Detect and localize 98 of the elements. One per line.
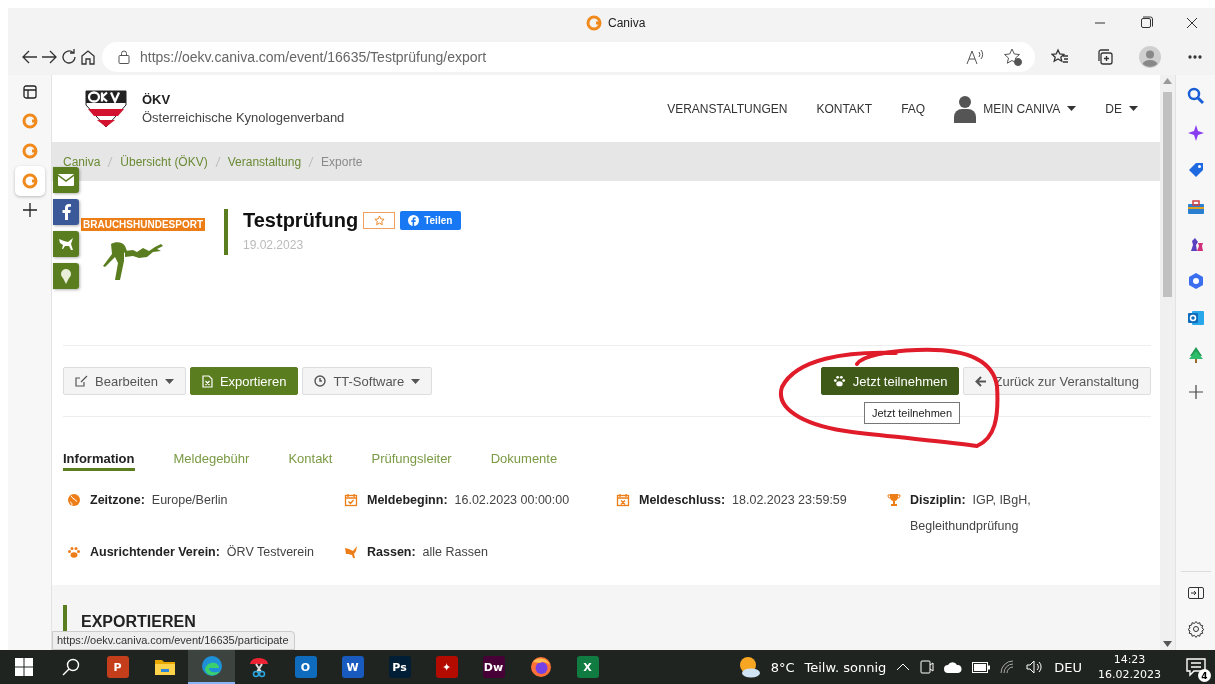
event-date: 19.02.2023: [243, 238, 305, 252]
profile-avatar[interactable]: [1138, 45, 1161, 68]
chevron-up-icon[interactable]: [896, 662, 911, 672]
caret-icon: [411, 378, 421, 384]
sidebar-toggle-icon[interactable]: [1186, 584, 1205, 602]
tree-icon[interactable]: [1186, 346, 1205, 364]
scissors-icon[interactable]: [247, 656, 270, 678]
trophy-icon: [887, 493, 901, 507]
event-title: Testprüfung: [243, 209, 359, 232]
tab-actions-icon[interactable]: [22, 85, 37, 99]
facebook-icon: [61, 204, 71, 220]
caret-icon: [164, 378, 174, 384]
dog-icon: [344, 545, 358, 559]
tab[interactable]: Information: [63, 451, 135, 471]
info-field: Meldeschluss: 18.02.2023 23:59:59: [639, 487, 847, 513]
folder-icon[interactable]: [153, 657, 176, 677]
app-icon[interactable]: Dw: [482, 656, 505, 678]
brand-logo: [85, 89, 127, 128]
breadcrumb-separator: [214, 156, 221, 167]
lock-icon: [118, 49, 130, 64]
add-favorite-icon[interactable]: [1003, 47, 1023, 66]
share-button[interactable]: Teilen: [400, 211, 462, 230]
clock-icon: [314, 375, 327, 387]
settings-icon[interactable]: [1186, 620, 1205, 638]
category-label: BRAUCHSHUNDESPORT: [81, 218, 205, 231]
info-field: Ausrichtender Verein: ÖRV Testverein: [90, 539, 314, 565]
star-icon: [373, 215, 385, 226]
nav-link[interactable]: VERANSTALTUNGEN: [667, 101, 788, 116]
clock[interactable]: 14:23 16.02.2023: [1098, 652, 1161, 682]
add-icon[interactable]: [1186, 383, 1205, 401]
caret-icon: [1129, 106, 1138, 111]
camera-icon[interactable]: [920, 659, 935, 675]
app-icon[interactable]: W: [341, 656, 364, 678]
info-field: Zeitzone: Europe/Berlin: [90, 487, 228, 513]
location-button[interactable]: [53, 263, 79, 289]
window-title: Caniva: [608, 16, 646, 30]
facebook-button[interactable]: [53, 199, 79, 225]
tooltip: Jetzt teilnehmen: [864, 402, 961, 424]
edit-icon: [75, 375, 88, 387]
paw-icon: [832, 375, 846, 387]
input-language[interactable]: DEU: [1054, 659, 1082, 675]
calendar-cross-icon: [616, 493, 630, 507]
temperature[interactable]: 8°C: [770, 659, 795, 675]
nav-link[interactable]: FAQ: [901, 101, 926, 116]
scroll-down-arrow[interactable]: [1163, 641, 1172, 647]
start-button[interactable]: [14, 658, 33, 676]
globe-icon: [67, 493, 81, 507]
read-aloud-icon[interactable]: [965, 47, 985, 66]
participate-button[interactable]: Jetzt teilnehmen: [820, 367, 960, 395]
breadcrumb-separator: [308, 156, 315, 167]
spreadsheet-icon: [201, 374, 213, 388]
app-icon[interactable]: Ps: [388, 656, 411, 678]
facebook-icon: [408, 215, 420, 226]
favorites-icon[interactable]: [1050, 47, 1069, 66]
language-menu[interactable]: DE: [1105, 101, 1138, 116]
notification-count: 4: [1198, 669, 1211, 682]
email-button[interactable]: [53, 167, 79, 193]
battery-icon[interactable]: [972, 661, 991, 673]
arrow-left-icon: [975, 375, 988, 387]
caret-icon: [1067, 106, 1077, 111]
firefox-icon[interactable]: [529, 656, 552, 678]
nav-link[interactable]: KONTAKT: [816, 101, 873, 116]
office-icon[interactable]: [1186, 272, 1205, 290]
collections-icon[interactable]: [1095, 47, 1114, 66]
info-field: Disziplin: IGP, IBgH, Begleithundprüfung: [910, 487, 1100, 539]
scrollbar-thumb[interactable]: [1163, 92, 1172, 297]
export-button[interactable]: Exportieren: [189, 367, 299, 395]
brand-name: Österreichische Kynologenverband: [142, 110, 345, 125]
new-tab-icon[interactable]: [22, 203, 37, 217]
outlook-icon[interactable]: [1186, 309, 1205, 327]
info-field: Rassen: alle Rassen: [367, 539, 488, 565]
status-url: https://oekv.caniva.com/event/16635/participate: [52, 631, 295, 650]
breadcrumb-separator: [107, 156, 114, 167]
app-icon[interactable]: O: [294, 656, 317, 678]
dog-icon: [58, 237, 74, 251]
app-icon[interactable]: ✦: [435, 656, 458, 678]
user-icon: [954, 94, 977, 123]
location-pin-icon: [60, 268, 72, 284]
address-bar[interactable]: https://oekv.caniva.com/event/16635/Testprüfung/export: [102, 41, 1035, 72]
calendar-check-icon: [344, 493, 358, 507]
search-icon[interactable]: [61, 658, 80, 676]
app-icon[interactable]: P: [106, 656, 129, 678]
envelope-icon: [58, 174, 74, 186]
app-icon[interactable]: X: [576, 656, 599, 678]
dropdown-button[interactable]: Bearbeiten: [63, 367, 186, 395]
brand-abbreviation: ÖKV: [142, 92, 172, 107]
info-field: Meldebeginn: 16.02.2023 00:00:00: [367, 487, 570, 513]
paw-icon: [67, 545, 81, 559]
reload-icon[interactable]: [59, 47, 78, 66]
account-menu[interactable]: MEIN CANIVA: [954, 94, 1077, 123]
cloud-icon[interactable]: [944, 661, 963, 673]
dog-button[interactable]: [53, 231, 79, 257]
volume-icon[interactable]: [1026, 660, 1045, 674]
notification-icon[interactable]: [1185, 656, 1207, 678]
weather-text[interactable]: Teilw. sonnig: [804, 659, 887, 675]
dropdown-button[interactable]: TT-Software: [302, 367, 433, 395]
toolbox-icon[interactable]: [1186, 198, 1205, 216]
browser-icon[interactable]: [200, 655, 223, 677]
